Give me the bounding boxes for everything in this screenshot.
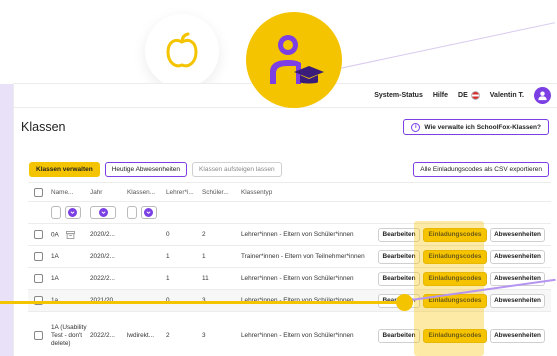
classes-table: Name... Jahr Klassen... Lehrer*i... Schü… [28, 182, 551, 356]
system-status-link[interactable]: System-Status [374, 92, 423, 99]
cell-students: 11 [202, 275, 209, 282]
name-filter-dropdown[interactable] [64, 206, 81, 219]
cell-students: 3 [202, 332, 206, 339]
header-checkbox-cell [28, 187, 48, 197]
invite-codes-button[interactable]: Einladungscodes [423, 227, 487, 242]
app-window: System-Status Hilfe DE Valentin T. Klass… [14, 84, 557, 356]
row-checkbox[interactable] [33, 252, 43, 261]
cell-teachers: 0 [166, 231, 170, 238]
cell-students: 2 [202, 231, 206, 238]
cell-name: 1A [51, 253, 59, 260]
teacher-illustration [246, 12, 342, 108]
column-header-year[interactable]: Jahr [87, 189, 124, 196]
user-name[interactable]: Valentin T. [490, 92, 524, 99]
export-invite-codes-button[interactable]: Alle Einladungscodes als CSV exportieren [413, 161, 549, 177]
decorative-line [329, 22, 556, 71]
row-checkbox[interactable] [33, 331, 43, 340]
invite-codes-button[interactable]: Einladungscodes [423, 328, 487, 343]
column-header-class-type[interactable]: Klassentyp [238, 189, 370, 196]
archive-icon[interactable] [66, 230, 76, 239]
edit-button[interactable]: Bearbeiten [378, 249, 420, 264]
help-link[interactable]: Hilfe [433, 92, 448, 99]
table-row: 1A (Usability Test - don't delete) 2022/… [28, 312, 551, 356]
row-checkbox[interactable] [33, 230, 43, 239]
user-icon [538, 91, 547, 101]
apple-icon [166, 32, 198, 68]
absences-button[interactable]: Abwesenheiten [490, 293, 545, 308]
apple-illustration [145, 14, 219, 88]
teacher-icon [270, 35, 324, 84]
edit-button[interactable]: Bearbeiten [378, 328, 420, 343]
cell-students: 1 [202, 253, 206, 260]
info-icon: i [411, 122, 421, 132]
class-tabs: Klassen verwalten Heutige Abwesenheiten … [14, 160, 557, 178]
help-article-button[interactable]: i Wie verwalte ich SchoolFox-Klassen? [403, 119, 549, 135]
table-header-row: Name... Jahr Klassen... Lehrer*i... Schü… [28, 182, 551, 202]
row-checkbox-cell [28, 252, 48, 261]
table-row: 1A 2020/2... 1 1 Trainer*innen - Eltern … [28, 246, 551, 268]
edit-button[interactable]: Bearbeiten [378, 227, 420, 242]
table-row: 1A 2022/2... 1 11 Lehrer*innen - Eltern … [28, 268, 551, 290]
flag-icon [470, 91, 480, 100]
cell-class-type: Lehrer*innen - Eltern von Schüler*innen [241, 275, 354, 282]
cell-class-type: Lehrer*innen - Eltern von Schüler*innen [241, 231, 354, 238]
row-actions: Bearbeiten Einladungscodes Abwesenheiten [370, 249, 551, 264]
table-row: 0A 2020/2... 0 2 Lehrer*innen - Eltern v… [28, 224, 551, 246]
column-header-teachers[interactable]: Lehrer*i... [163, 189, 199, 196]
absences-button[interactable]: Abwesenheiten [490, 249, 545, 264]
column-header-name[interactable]: Name... [48, 189, 87, 196]
help-article-label: Wie verwalte ich SchoolFox-Klassen? [424, 123, 541, 131]
invite-codes-button[interactable]: Einladungscodes [423, 271, 487, 286]
row-checkbox-cell [28, 331, 48, 340]
chevron-down-icon [68, 208, 78, 217]
cell-name: 0A [48, 230, 87, 239]
row-checkbox[interactable] [33, 274, 43, 283]
filter-name-cell [48, 206, 87, 219]
cell-class-type: Lehrer*innen - Eltern von Schüler*innen [241, 332, 354, 339]
column-header-students[interactable]: Schüler... [199, 189, 238, 196]
chevron-down-icon [144, 208, 154, 217]
cell-teachers: 2 [166, 332, 170, 339]
class-teacher-filter-dropdown[interactable] [140, 206, 157, 219]
cell-teachers: 1 [166, 253, 170, 260]
cell-name: 1A (Usability Test - don't delete) [51, 323, 87, 347]
cell-year: 2022/2... [90, 275, 115, 282]
class-teacher-filter-input[interactable] [127, 206, 137, 219]
language-selector[interactable]: DE [458, 91, 480, 100]
select-all-checkbox[interactable] [33, 187, 43, 197]
row-checkbox-cell [28, 274, 48, 283]
tab-manage-classes[interactable]: Klassen verwalten [29, 161, 100, 177]
absences-button[interactable]: Abwesenheiten [490, 227, 545, 242]
page-header: Klassen i Wie verwalte ich SchoolFox-Kla… [14, 117, 557, 137]
promote-classes-button[interactable]: Klassen aufsteigen lassen [192, 161, 282, 177]
cell-year: 2020/2... [90, 253, 115, 260]
name-filter-input[interactable] [51, 206, 61, 219]
user-avatar[interactable] [534, 87, 551, 104]
class-name: 0A [51, 231, 59, 239]
edit-button[interactable]: Bearbeiten [378, 271, 420, 286]
absences-button[interactable]: Abwesenheiten [490, 328, 545, 343]
row-checkbox-cell [28, 230, 48, 239]
row-actions: Bearbeiten Einladungscodes Abwesenheiten [370, 328, 551, 343]
chevron-down-icon [98, 208, 108, 217]
tab-absences-today[interactable]: Heutige Abwesenheiten [104, 161, 188, 177]
row-actions: Bearbeiten Einladungscodes Abwesenheiten [370, 227, 551, 242]
filter-class-teacher-cell [124, 206, 163, 219]
decorative-yellow-dot [396, 294, 413, 311]
table-filter-row [28, 202, 551, 224]
cell-class-type: Trainer*innen - Eltern von Teilnehmer*in… [241, 253, 365, 260]
cell-name: 1A [51, 275, 59, 282]
page-title: Klassen [21, 120, 66, 134]
filter-year-cell [87, 206, 124, 219]
decorative-yellow-line [0, 301, 404, 304]
cell-year: 2020/2... [90, 231, 115, 238]
invite-codes-button[interactable]: Einladungscodes [423, 249, 487, 264]
language-label: DE [458, 92, 468, 99]
decorative-background-strip [0, 84, 14, 356]
cell-class-teacher: lwdirekt... [127, 332, 154, 339]
year-filter-dropdown[interactable] [90, 206, 116, 219]
cell-teachers: 1 [166, 275, 170, 282]
column-header-class-teacher[interactable]: Klassen... [124, 189, 163, 196]
cell-year: 2022/2... [90, 332, 115, 339]
